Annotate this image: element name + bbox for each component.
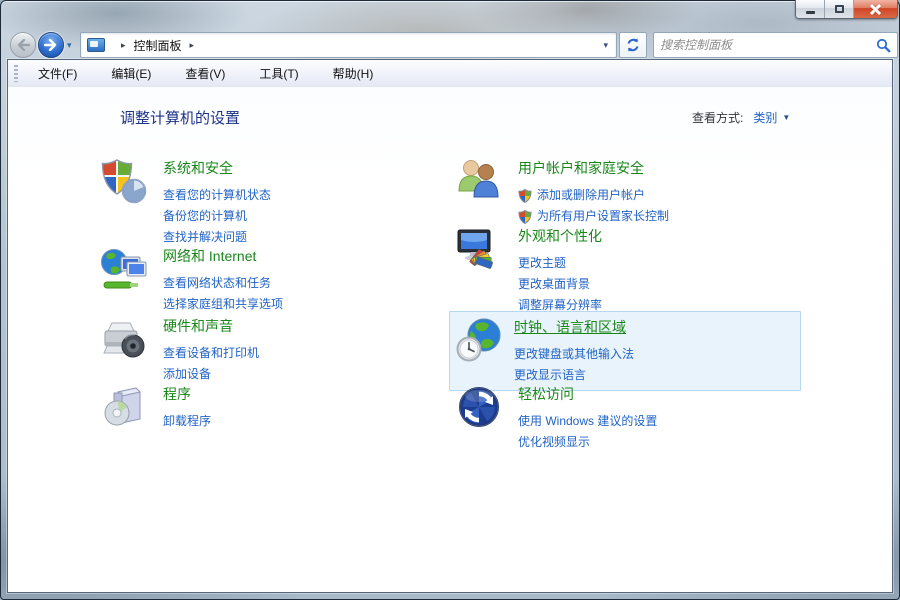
category-link[interactable]: 为所有用户设置家长控制	[518, 206, 669, 227]
history-dropdown-arrow[interactable]: ▾	[67, 40, 72, 51]
category-link-label: 添加或删除用户帐户	[537, 188, 646, 202]
category-title[interactable]: 硬件和声音	[163, 316, 259, 336]
menu-bar: 文件(F) 编辑(E) 查看(V) 工具(T) 帮助(H)	[8, 60, 892, 87]
ease-of-access-icon	[455, 383, 503, 431]
maximize-button[interactable]	[825, 0, 854, 18]
category-network-internet: 网络和 Internet 查看网络状态和任务 选择家庭组和共享选项	[100, 245, 283, 315]
category-title[interactable]: 程序	[163, 384, 211, 404]
menu-tools[interactable]: 工具(T)	[249, 61, 308, 86]
uac-shield-icon	[518, 188, 532, 203]
breadcrumb-arrow-icon[interactable]: ▸	[113, 40, 134, 51]
globe-clock-icon	[456, 316, 504, 364]
search-icon[interactable]	[876, 38, 891, 53]
category-link[interactable]: 查看网络状态和任务	[163, 273, 283, 294]
category-title[interactable]: 用户帐户和家庭安全	[518, 158, 669, 178]
control-panel-home: 调整计算机的设置 查看方式: 类别 ▼ 系统和安全 查看您的计算机状态 备份您的…	[8, 87, 892, 592]
category-programs: 程序 卸载程序	[100, 383, 211, 432]
forward-arrow-icon	[44, 39, 57, 51]
minimize-icon	[805, 10, 815, 14]
client-area: 文件(F) 编辑(E) 查看(V) 工具(T) 帮助(H) 调整计算机的设置 查…	[7, 59, 893, 593]
breadcrumb-arrow-icon[interactable]: ▸	[182, 40, 203, 51]
refresh-icon	[627, 38, 639, 52]
security-shield-icon	[100, 157, 148, 205]
category-link[interactable]: 优化视频显示	[518, 432, 657, 453]
breadcrumb-item[interactable]: 控制面板	[134, 37, 182, 54]
view-by-label: 查看方式:	[692, 111, 744, 125]
navigation-bar: ▾ ▸ 控制面板 ▸ ▾	[8, 31, 898, 59]
menu-view[interactable]: 查看(V)	[175, 61, 235, 86]
category-link[interactable]: 备份您的计算机	[163, 206, 271, 227]
window-caption-buttons	[795, 0, 898, 19]
category-title[interactable]: 网络和 Internet	[163, 246, 283, 266]
network-globe-icon	[100, 245, 148, 293]
category-link[interactable]: 查看您的计算机状态	[163, 185, 271, 206]
category-link-label: 为所有用户设置家长控制	[537, 209, 670, 223]
category-link[interactable]: 更改主题	[518, 253, 602, 274]
refresh-button[interactable]	[619, 32, 647, 58]
toolbar-grip	[14, 64, 18, 82]
view-by-control: 查看方式: 类别 ▼	[692, 109, 790, 126]
two-users-icon	[455, 157, 503, 205]
category-title[interactable]: 轻松访问	[518, 384, 657, 404]
category-title[interactable]: 系统和安全	[163, 158, 271, 178]
menu-file[interactable]: 文件(F)	[28, 61, 87, 86]
category-link[interactable]: 使用 Windows 建议的设置	[518, 411, 657, 432]
close-button[interactable]	[854, 0, 897, 18]
category-user-accounts: 用户帐户和家庭安全 添加或删除用户帐户 为所有用户设置家长控制	[455, 157, 669, 227]
forward-button[interactable]	[38, 32, 64, 58]
category-title[interactable]: 外观和个性化	[518, 226, 602, 246]
category-link[interactable]: 更改键盘或其他输入法	[514, 344, 634, 365]
category-link[interactable]: 查看设备和打印机	[163, 343, 259, 364]
back-button[interactable]	[10, 32, 36, 58]
program-box-cd-icon	[100, 383, 148, 431]
control-panel-icon[interactable]	[87, 38, 105, 52]
page-title: 调整计算机的设置	[120, 110, 241, 127]
category-link[interactable]: 添加设备	[163, 364, 259, 385]
category-hardware-sound: 硬件和声音 查看设备和打印机 添加设备	[100, 315, 259, 385]
view-by-value[interactable]: 类别	[753, 109, 777, 126]
menu-help[interactable]: 帮助(H)	[323, 61, 384, 86]
category-title[interactable]: 时钟、语言和区域	[514, 317, 634, 337]
category-link[interactable]: 选择家庭组和共享选项	[163, 294, 283, 315]
control-panel-window: ▾ ▸ 控制面板 ▸ ▾ 文件(F)	[0, 0, 900, 600]
address-dropdown-arrow[interactable]: ▾	[601, 40, 610, 51]
category-clock-language-region[interactable]: 时钟、语言和区域 更改键盘或其他输入法 更改显示语言	[449, 311, 801, 391]
chevron-down-icon[interactable]: ▼	[782, 113, 790, 122]
category-system-security: 系统和安全 查看您的计算机状态 备份您的计算机 查找并解决问题	[100, 157, 271, 248]
uac-shield-icon	[518, 209, 532, 224]
close-icon	[870, 4, 881, 15]
search-box	[653, 32, 898, 58]
search-input[interactable]	[660, 38, 876, 52]
category-appearance-personalization: 外观和个性化 更改主题 更改桌面背景 调整屏幕分辨率	[455, 225, 602, 316]
minimize-button[interactable]	[796, 0, 825, 18]
category-link[interactable]: 更改桌面背景	[518, 274, 602, 295]
printer-speaker-icon	[100, 315, 148, 363]
display-theme-icon	[455, 225, 503, 273]
category-ease-of-access: 轻松访问 使用 Windows 建议的设置 优化视频显示	[455, 383, 657, 453]
back-arrow-icon	[17, 39, 30, 51]
menu-edit[interactable]: 编辑(E)	[101, 61, 161, 86]
address-bar[interactable]: ▸ 控制面板 ▸ ▾	[80, 32, 617, 58]
category-link[interactable]: 添加或删除用户帐户	[518, 185, 669, 206]
category-link[interactable]: 卸载程序	[163, 411, 211, 432]
maximize-icon	[834, 5, 844, 13]
